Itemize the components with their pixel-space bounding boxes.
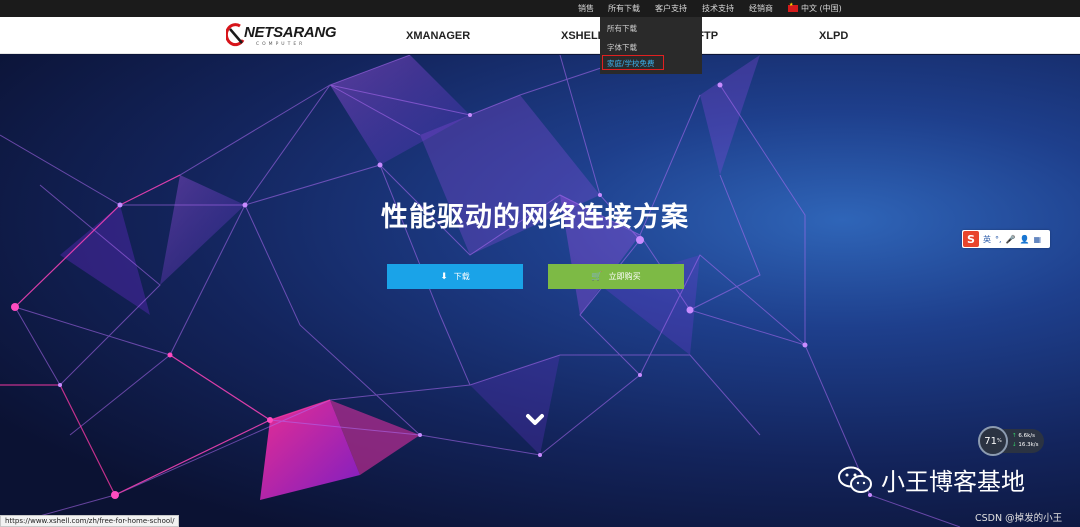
topbar-item-tech-support[interactable]: 技术支持 — [702, 0, 734, 17]
scroll-down-chevron-icon[interactable] — [525, 412, 545, 428]
topbar-item-sales[interactable]: 销售 — [578, 0, 594, 17]
microphone-icon[interactable]: 🎤 — [1006, 235, 1016, 244]
dropdown-item-all-downloads[interactable]: 所有下载 — [607, 23, 637, 34]
grid-icon[interactable]: ▦ — [1033, 235, 1041, 244]
network-speed-widget[interactable]: ↑ 6.6k/s ↓ 16.3k/s 71% — [978, 426, 1044, 456]
nav-xlpd[interactable]: XLPD — [819, 30, 848, 42]
hero-headline: 性能驱动的网络连接方案 — [381, 202, 689, 233]
language-selector[interactable]: 中文 (中国) — [788, 0, 842, 17]
ime-toolbar[interactable]: S 英 °, 🎤 👤 ▦ — [962, 230, 1050, 248]
user-icon[interactable]: 👤 — [1020, 235, 1030, 244]
ime-language-toggle[interactable]: 英 — [983, 234, 991, 245]
topbar-item-all-downloads[interactable]: 所有下载 — [608, 0, 640, 17]
logo-subtext: COMPUTER — [256, 42, 306, 47]
netsarang-logo-icon — [226, 23, 245, 47]
download-arrow-icon: ↓ — [1012, 442, 1017, 448]
logo-wordmark: NETSARANG — [244, 24, 337, 41]
network-usage-gauge: 71% — [978, 426, 1008, 456]
wechat-icon — [838, 466, 872, 493]
cart-icon: 🛒 — [591, 271, 603, 282]
wechat-watermark: 小王博客基地 — [837, 462, 1025, 497]
top-utility-bar: 销售 所有下载 客户支持 技术支持 经销商 中文 (中国) — [0, 0, 1080, 17]
dropdown-item-font-downloads[interactable]: 字体下载 — [607, 42, 637, 53]
status-bar-url: https://www.xshell.com/zh/free-for-home-… — [0, 515, 180, 527]
main-header: NETSARANG COMPUTER XMANAGER XSHELL XFTP … — [0, 17, 1080, 54]
sogou-logo-icon: S — [963, 231, 979, 247]
topbar-item-dealers[interactable]: 经销商 — [749, 0, 773, 17]
hero-section: 性能驱动的网络连接方案 ⬇ 下载 🛒 立即购买 — [0, 55, 1080, 527]
netsarang-logo[interactable]: NETSARANG COMPUTER — [226, 21, 337, 51]
download-button[interactable]: ⬇ 下载 — [387, 264, 523, 289]
csdn-watermark: CSDN @掉发的小王 — [975, 513, 1063, 524]
buy-now-button[interactable]: 🛒 立即购买 — [548, 264, 684, 289]
nav-xshell[interactable]: XSHELL — [561, 30, 604, 42]
download-icon: ⬇ — [440, 271, 448, 282]
downloads-dropdown-menu: 所有下载 字体下载 家庭/学校免费 — [600, 17, 702, 74]
topbar-item-customer-support[interactable]: 客户支持 — [655, 0, 687, 17]
upload-arrow-icon: ↑ — [1012, 433, 1017, 439]
punctuation-icon[interactable]: °, — [995, 235, 1002, 244]
dropdown-item-home-school-free[interactable]: 家庭/学校免费 — [602, 55, 664, 70]
nav-xmanager[interactable]: XMANAGER — [406, 30, 470, 42]
network-background — [0, 55, 961, 527]
china-flag-icon — [788, 2, 798, 12]
